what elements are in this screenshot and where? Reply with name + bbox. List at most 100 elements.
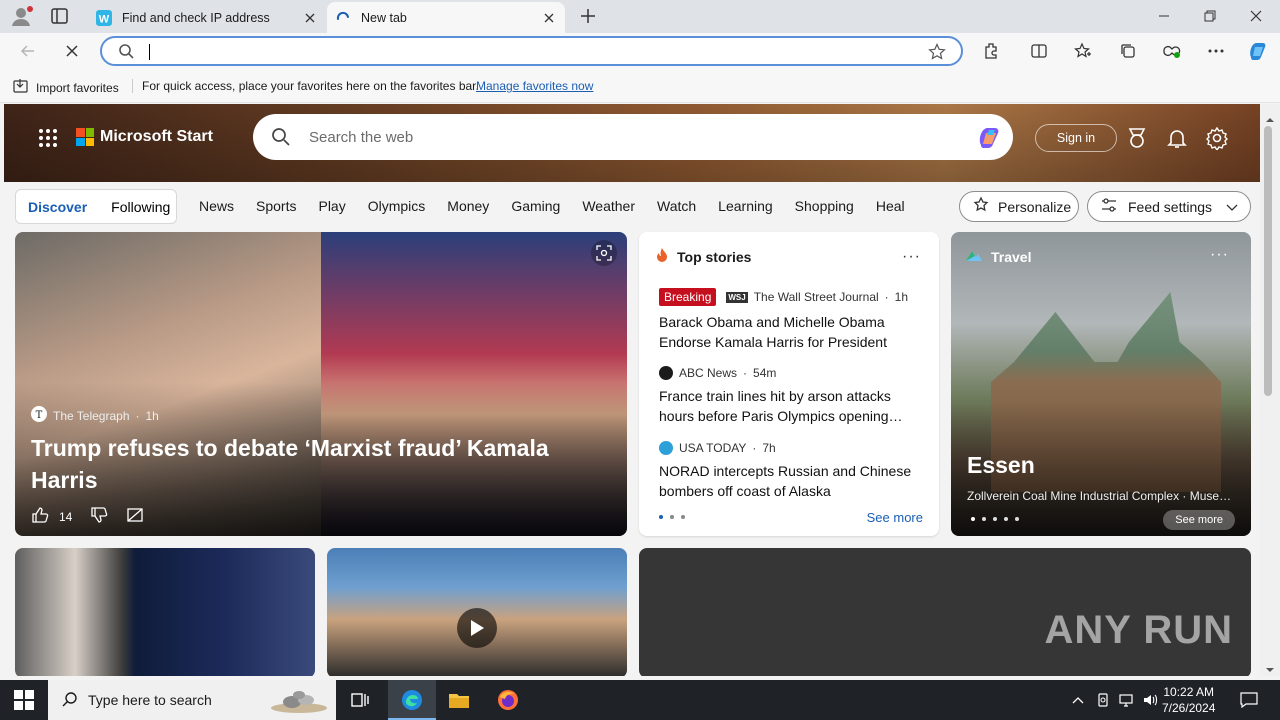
browser-essentials-icon[interactable] [1162, 41, 1182, 61]
hero-headline[interactable]: Trump refuses to debate ‘Marxist fraud’ … [31, 432, 591, 496]
see-more-button[interactable]: See more [1163, 510, 1235, 530]
tab-title: New tab [361, 10, 407, 25]
category-olympics[interactable]: Olympics [368, 198, 426, 214]
story-headline[interactable]: NORAD intercepts Russian and Chinese bom… [659, 461, 923, 501]
play-icon[interactable] [457, 608, 497, 648]
search-highlight-icon [268, 686, 330, 717]
close-window-icon[interactable] [1246, 6, 1266, 26]
ad-card[interactable]: ANY RUN [639, 548, 1251, 676]
category-news[interactable]: News [199, 198, 234, 214]
collections-icon[interactable] [1118, 41, 1138, 61]
tab-find-ip[interactable]: W Find and check IP address [88, 2, 326, 33]
story-meta: ABC News · 54m [659, 366, 923, 380]
category-sports[interactable]: Sports [256, 198, 296, 214]
travel-title: Travel [991, 248, 1032, 265]
chevron-down-icon [1226, 199, 1238, 215]
visual-search-icon[interactable] [591, 240, 617, 266]
sign-in-button[interactable]: Sign in [1035, 124, 1117, 152]
like-icon[interactable] [31, 506, 49, 527]
story-headline[interactable]: Barack Obama and Michelle Obama Endorse … [659, 312, 923, 352]
hero-article-card[interactable]: T The Telegraph · 1h Trump refuses to de… [15, 232, 627, 536]
favorites-icon[interactable] [1073, 41, 1093, 61]
story-meta: Breaking WSJ The Wall Street Journal · 1… [659, 288, 923, 306]
page-scrollbar[interactable] [1260, 104, 1280, 676]
taskbar-search-placeholder: Type here to search [88, 692, 212, 708]
category-gaming[interactable]: Gaming [511, 198, 560, 214]
video-card[interactable] [327, 548, 627, 676]
more-menu-icon[interactable] [1206, 41, 1226, 61]
settings-gear-icon[interactable] [1205, 126, 1229, 152]
network-icon[interactable] [1118, 692, 1134, 708]
category-money[interactable]: Money [447, 198, 489, 214]
split-screen-icon[interactable] [1029, 41, 1049, 61]
restore-icon[interactable] [1200, 6, 1220, 26]
hide-story-icon[interactable] [126, 506, 144, 527]
profile-icon[interactable] [10, 5, 34, 27]
dislike-icon[interactable] [90, 506, 108, 527]
windows-start-icon[interactable] [14, 690, 34, 710]
feed-settings-button[interactable]: Feed settings [1087, 191, 1251, 222]
taskbar-search-box[interactable]: Type here to search [48, 680, 336, 720]
travel-subtitle: Zollverein Coal Mine Industrial Complex … [967, 489, 1237, 503]
chevron-up-icon[interactable] [1070, 692, 1086, 708]
web-search-box[interactable]: Search the web [253, 114, 1013, 160]
address-input[interactable] [150, 41, 910, 61]
personalize-button[interactable]: Personalize [959, 191, 1079, 222]
extensions-icon[interactable] [981, 41, 1001, 61]
category-health[interactable]: Heal [876, 198, 905, 214]
scroll-down-icon[interactable] [1265, 660, 1275, 678]
category-shopping[interactable]: Shopping [795, 198, 854, 214]
new-tab-icon[interactable] [578, 6, 598, 26]
rewards-icon[interactable] [1125, 126, 1149, 150]
device-icon[interactable] [1095, 692, 1111, 708]
minimize-icon[interactable] [1154, 6, 1174, 26]
manage-favorites-link[interactable]: Manage favorites now [476, 79, 593, 93]
import-favorites-button[interactable]: Import favorites [12, 78, 119, 97]
notifications-icon[interactable] [1165, 126, 1189, 150]
new-tab-page: Microsoft Start Search the web Sign in D… [4, 104, 1260, 676]
back-icon[interactable] [18, 41, 38, 61]
story-headline[interactable]: France train lines hit by arson attacks … [659, 386, 923, 426]
copilot-icon[interactable] [975, 124, 1003, 150]
carousel-dots[interactable] [971, 517, 1019, 521]
tab-actions-icon[interactable] [50, 7, 70, 25]
search-icon [271, 127, 291, 147]
stop-loading-icon[interactable] [62, 41, 82, 61]
close-tab-icon[interactable] [541, 10, 557, 26]
taskbar-edge-button[interactable] [388, 680, 436, 720]
system-clock[interactable]: 10:22 AM 7/26/2024 [1162, 684, 1215, 716]
top-stories-card: Top stories ··· Breaking WSJ The Wall St… [639, 232, 939, 536]
volume-icon[interactable] [1142, 692, 1158, 708]
travel-card[interactable]: Travel ··· Essen Zollverein Coal Mine In… [951, 232, 1251, 536]
see-more-link[interactable]: See more [867, 510, 923, 525]
source-name: The Telegraph [53, 408, 130, 423]
text-caret [149, 44, 150, 60]
tab-following[interactable]: Following [99, 199, 182, 215]
firefox-icon[interactable] [496, 688, 520, 712]
more-options-icon[interactable]: ··· [1210, 246, 1229, 264]
task-view-icon[interactable] [348, 688, 372, 712]
tab-discover[interactable]: Discover [16, 199, 99, 215]
article-card[interactable] [15, 548, 315, 676]
carousel-dots[interactable] [659, 515, 685, 519]
story-item[interactable]: USA TODAY · 7h NORAD intercepts Russian … [659, 441, 923, 501]
tab-new-tab[interactable]: New tab [327, 2, 565, 33]
file-explorer-icon[interactable] [447, 688, 471, 712]
favorite-star-icon[interactable] [928, 43, 946, 66]
story-item[interactable]: ABC News · 54m France train lines hit by… [659, 366, 923, 426]
app-launcher-icon[interactable] [38, 128, 58, 148]
more-options-icon[interactable]: ··· [902, 248, 921, 266]
copilot-icon[interactable] [1246, 39, 1270, 63]
category-watch[interactable]: Watch [657, 198, 696, 214]
story-source: USA TODAY [679, 441, 747, 455]
category-learning[interactable]: Learning [718, 198, 773, 214]
category-weather[interactable]: Weather [582, 198, 635, 214]
scrollbar-thumb[interactable] [1264, 126, 1272, 396]
category-play[interactable]: Play [318, 198, 345, 214]
address-bar[interactable] [100, 36, 963, 66]
tab-title: Find and check IP address [122, 10, 270, 25]
close-tab-icon[interactable] [302, 10, 318, 26]
microsoft-start-logo[interactable]: Microsoft Start [76, 128, 213, 146]
notification-center-icon[interactable] [1240, 692, 1258, 709]
story-item[interactable]: Breaking WSJ The Wall Street Journal · 1… [659, 288, 923, 352]
